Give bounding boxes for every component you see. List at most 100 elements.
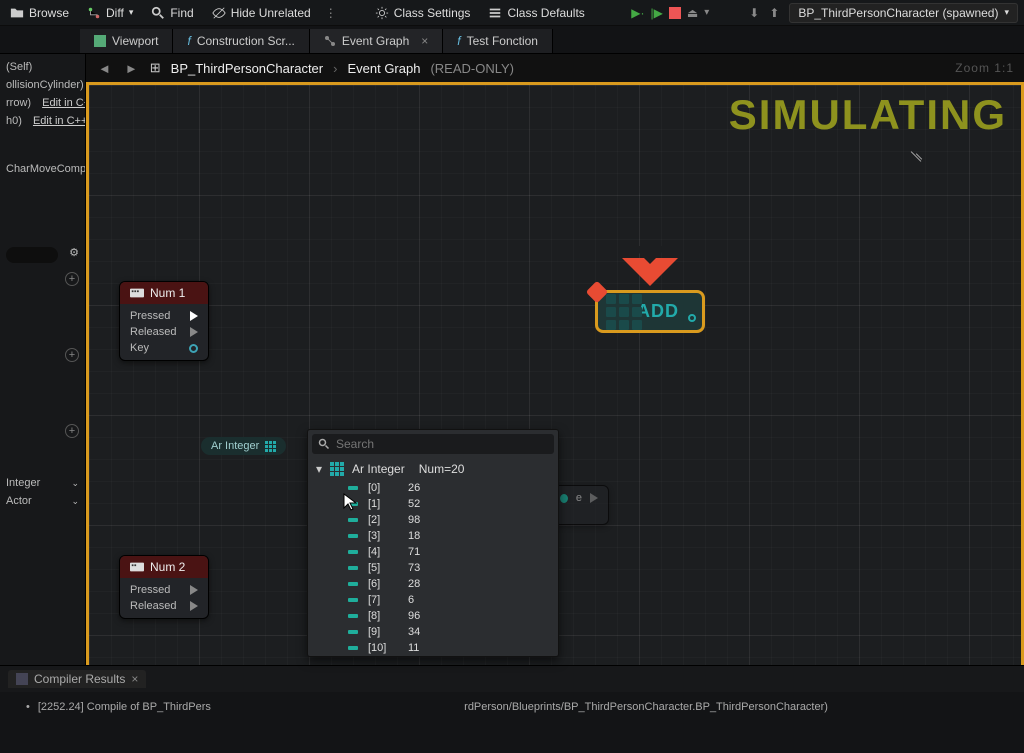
debug-header[interactable]: ▾ Ar Integer Num=20 bbox=[308, 458, 558, 480]
pin-label: Pressed bbox=[130, 310, 170, 322]
debug-array-row[interactable]: [4]71 bbox=[308, 544, 558, 560]
nav-back-icon[interactable]: ◄ bbox=[96, 61, 113, 76]
exec-pin-icon bbox=[190, 327, 198, 337]
debug-array-row[interactable]: [3]18 bbox=[308, 528, 558, 544]
tab-test-function[interactable]: fTest Fonction bbox=[443, 29, 553, 53]
array-index: [7] bbox=[368, 594, 398, 606]
eject-button[interactable]: ⏏ bbox=[687, 6, 698, 20]
compiler-message: •[2252.24] Compile of BP_ThirdPers rdPer… bbox=[0, 692, 1024, 721]
var-actor[interactable]: Actor⌄ bbox=[6, 492, 79, 510]
debug-array-row[interactable]: [10]11 bbox=[308, 640, 558, 656]
pin-released[interactable]: Released bbox=[130, 598, 198, 614]
component-self[interactable]: (Self) bbox=[6, 58, 79, 76]
node-ar-integer[interactable]: Ar Integer bbox=[201, 437, 286, 455]
graph-canvas[interactable]: SIMULATING BLUEPRINT Num 1 Pressed Relea… bbox=[86, 82, 1024, 753]
array-index: [8] bbox=[368, 610, 398, 622]
class-settings-button[interactable]: Class Settings bbox=[371, 4, 475, 22]
debug-array-row[interactable]: [2]98 bbox=[308, 512, 558, 528]
hide-unrelated-label: Hide Unrelated bbox=[231, 6, 311, 20]
edit-cpp-link[interactable]: Edit in C++ bbox=[42, 97, 86, 109]
debug-object-label: BP_ThirdPersonCharacter (spawned) bbox=[798, 6, 998, 20]
find-button[interactable]: Find bbox=[147, 4, 197, 22]
close-icon[interactable]: × bbox=[421, 34, 428, 48]
download-icon[interactable]: ⬇ bbox=[749, 6, 759, 20]
zoom-label: Zoom 1:1 bbox=[955, 61, 1014, 75]
step-button[interactable]: |▶ bbox=[651, 6, 663, 20]
breakpoint-icon[interactable] bbox=[586, 281, 609, 304]
compiler-msg-prefix: [2252.24] Compile of BP_ThirdPers bbox=[38, 701, 211, 713]
array-index: [2] bbox=[368, 514, 398, 526]
class-defaults-button[interactable]: Class Defaults bbox=[484, 4, 588, 22]
array-index: [9] bbox=[368, 626, 398, 638]
add-button[interactable]: + bbox=[65, 348, 79, 362]
component-arrow[interactable]: rrow) Edit in C++ bbox=[6, 94, 79, 112]
component-label: CharMoveComp) bbox=[6, 163, 86, 175]
var-integer[interactable]: Integer⌄ bbox=[6, 474, 79, 492]
array-value: 73 bbox=[408, 562, 420, 574]
tab-construction-script[interactable]: fConstruction Scr... bbox=[173, 29, 309, 53]
data-pin-icon bbox=[189, 344, 198, 353]
component-charmove[interactable]: CharMoveComp) bbox=[6, 160, 79, 178]
upload-icon[interactable]: ⬆ bbox=[769, 6, 779, 20]
component-mesh[interactable]: h0) Edit in C++ bbox=[6, 112, 79, 130]
array-value: 96 bbox=[408, 610, 420, 622]
hide-unrelated-button[interactable]: Hide Unrelated bbox=[208, 4, 315, 22]
edit-cpp-link[interactable]: Edit in C++ bbox=[33, 115, 86, 127]
graph-area: ◄ ► ⊞ BP_ThirdPersonCharacter › Event Gr… bbox=[86, 54, 1024, 753]
node-label: Ar Integer bbox=[211, 440, 259, 452]
browse-button[interactable]: Browse bbox=[6, 4, 73, 22]
editor-tabs: Viewport fConstruction Scr... Event Grap… bbox=[0, 26, 1024, 54]
search-pill[interactable] bbox=[6, 247, 58, 263]
gear-icon[interactable]: ⚙ bbox=[69, 246, 79, 259]
node-num1[interactable]: Num 1 Pressed Released Key bbox=[119, 281, 209, 361]
tab-event-graph[interactable]: Event Graph× bbox=[310, 29, 443, 53]
tab-viewport[interactable]: Viewport bbox=[80, 29, 173, 53]
node-title: Num 2 bbox=[120, 556, 208, 578]
node-num2[interactable]: Num 2 Pressed Released bbox=[119, 555, 209, 619]
debug-object-dropdown[interactable]: BP_ThirdPersonCharacter (spawned) ▾ bbox=[789, 3, 1018, 23]
array-icon bbox=[330, 462, 344, 476]
expand-icon[interactable]: ▾ bbox=[316, 462, 322, 476]
node-add[interactable]: ADD bbox=[595, 290, 705, 333]
array-value: 6 bbox=[408, 594, 414, 606]
pin-pressed[interactable]: Pressed bbox=[130, 308, 198, 324]
array-value: 71 bbox=[408, 546, 420, 558]
toolbar-menu-icon[interactable]: ⋮ bbox=[325, 6, 337, 20]
stop-button[interactable] bbox=[669, 7, 681, 19]
debug-array-row[interactable]: [9]34 bbox=[308, 624, 558, 640]
breadcrumb-asset[interactable]: BP_ThirdPersonCharacter bbox=[171, 61, 323, 76]
data-pin-icon bbox=[560, 494, 568, 503]
close-icon[interactable]: × bbox=[131, 672, 138, 686]
value-bar-icon bbox=[348, 598, 358, 602]
pin-released[interactable]: Released bbox=[130, 324, 198, 340]
viewport-icon bbox=[94, 35, 106, 47]
value-bar-icon bbox=[348, 566, 358, 570]
data-pin-out[interactable] bbox=[688, 314, 696, 322]
play-button[interactable]: ▶· bbox=[631, 6, 644, 20]
component-label: h0) bbox=[6, 115, 22, 127]
debug-array-row[interactable]: [7] 6 bbox=[308, 592, 558, 608]
debug-array-row[interactable]: [5]73 bbox=[308, 560, 558, 576]
keyboard-icon bbox=[130, 288, 144, 298]
array-value: 18 bbox=[408, 530, 420, 542]
debug-search-input[interactable] bbox=[336, 437, 548, 451]
breadcrumb-graph[interactable]: Event Graph bbox=[347, 61, 420, 76]
tab-compiler-results[interactable]: Compiler Results × bbox=[8, 670, 146, 688]
nav-forward-icon[interactable]: ► bbox=[123, 61, 140, 76]
debug-array-row[interactable]: [8] 96 bbox=[308, 608, 558, 624]
compiler-msg-suffix: rdPerson/Blueprints/BP_ThirdPersonCharac… bbox=[464, 701, 828, 713]
chevron-down-icon[interactable]: ▾ bbox=[704, 7, 709, 18]
pin-pressed[interactable]: Pressed bbox=[130, 582, 198, 598]
node-title-label: Num 1 bbox=[150, 286, 185, 300]
value-bar-icon bbox=[348, 518, 358, 522]
debug-array-row[interactable]: [6]28 bbox=[308, 576, 558, 592]
add-button[interactable]: + bbox=[65, 424, 79, 438]
add-button[interactable]: + bbox=[65, 272, 79, 286]
pin-key[interactable]: Key bbox=[130, 340, 198, 356]
debug-search[interactable] bbox=[312, 434, 554, 454]
mouse-cursor-icon bbox=[343, 493, 357, 514]
array-index: [10] bbox=[368, 642, 398, 654]
component-collision[interactable]: ollisionCylinder) bbox=[6, 76, 79, 94]
diff-button[interactable]: Diff▾ bbox=[83, 4, 137, 22]
chevron-down-icon: ▾ bbox=[1004, 7, 1009, 18]
